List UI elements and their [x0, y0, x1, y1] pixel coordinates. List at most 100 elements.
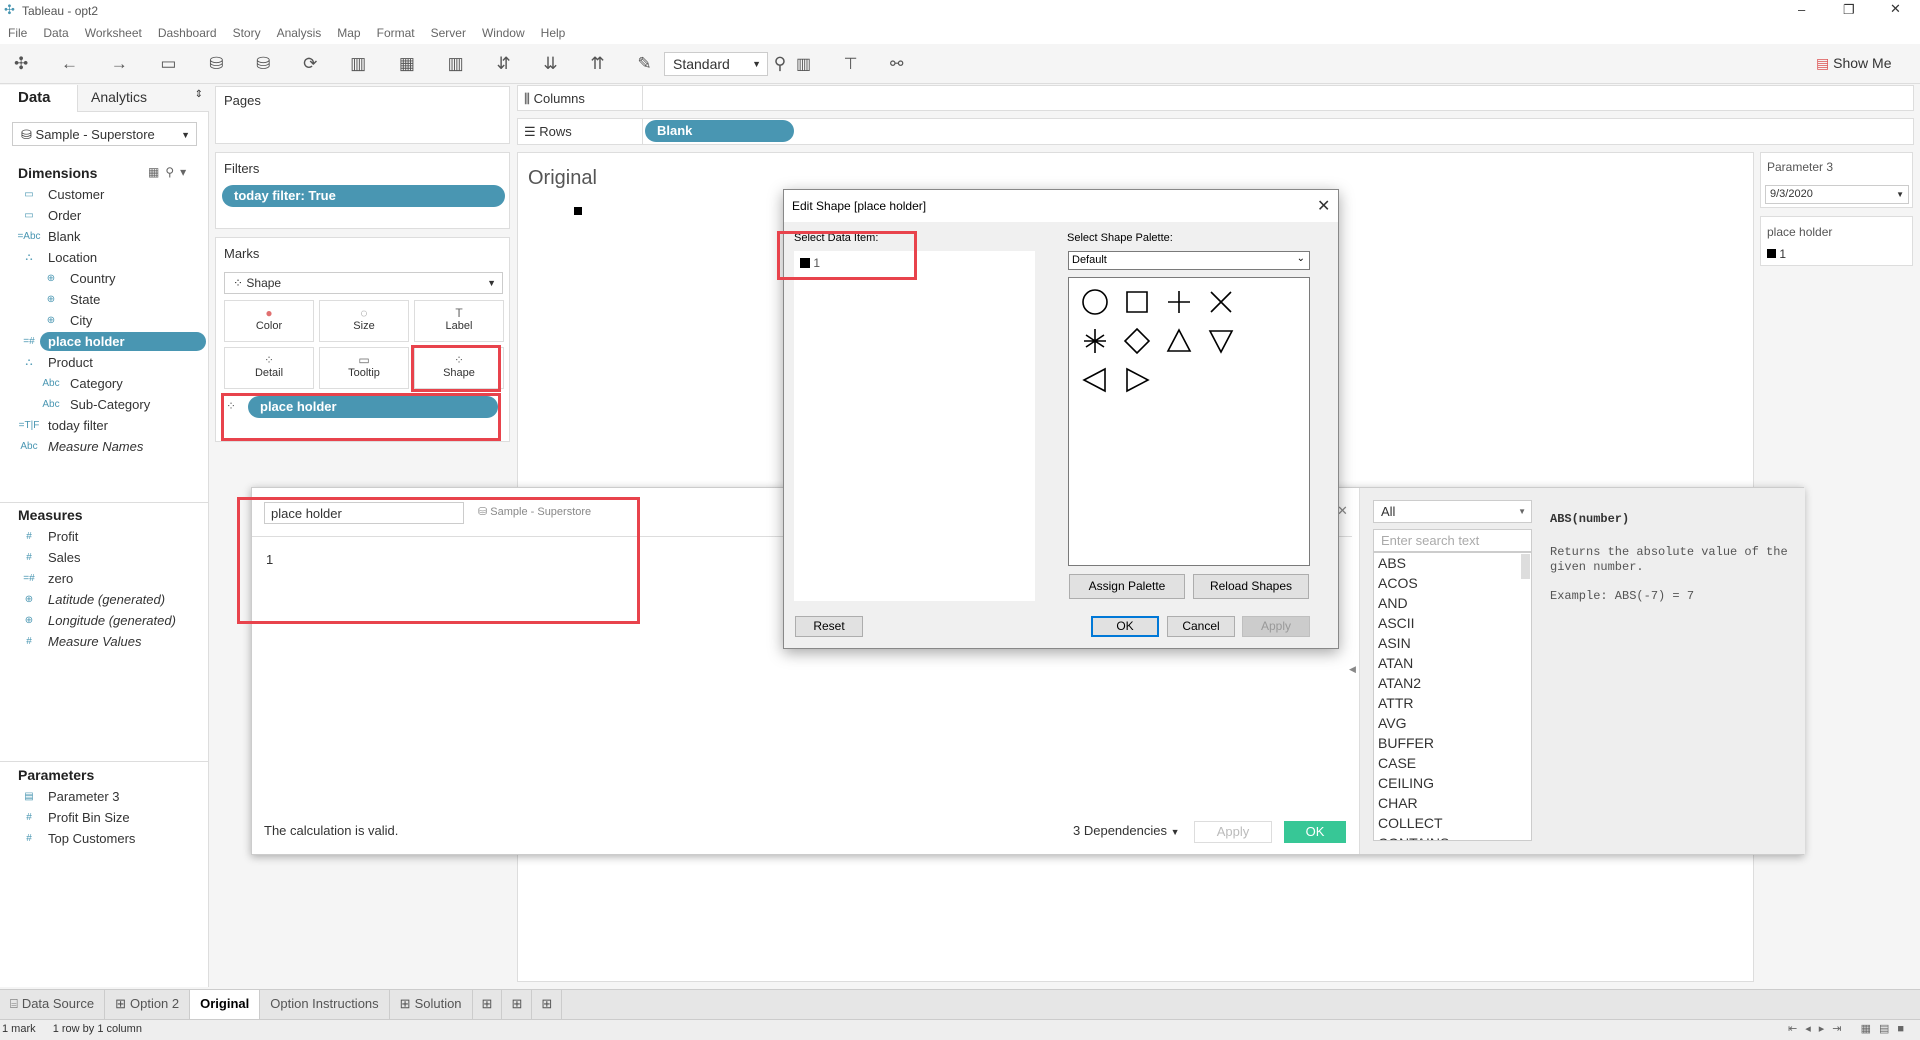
field-city[interactable]: ⊕ City	[0, 310, 209, 331]
apply-button[interactable]: Apply	[1242, 616, 1310, 637]
field-zero[interactable]: =# zero	[0, 568, 209, 589]
function-item[interactable]: AVG	[1374, 713, 1531, 733]
menu-help[interactable]: Help	[541, 26, 566, 40]
shape-triangle-down-icon[interactable]	[1208, 330, 1234, 354]
sheet-tab-solution[interactable]: ⊞ Solution	[390, 990, 473, 1019]
field-today-filter[interactable]: =T|F today filter	[0, 415, 209, 436]
shape-circle-icon[interactable]	[1082, 289, 1108, 315]
function-category-select[interactable]: All ▼	[1373, 500, 1532, 523]
function-search-input[interactable]: Enter search text	[1373, 529, 1532, 552]
view-mode-icons[interactable]: ⇤◂▸⇥ ▦▤■	[1788, 1022, 1912, 1035]
function-item[interactable]: ATAN2	[1374, 673, 1531, 693]
calc-apply-button[interactable]: Apply	[1194, 821, 1272, 843]
function-item[interactable]: CEILING	[1374, 773, 1531, 793]
filter-pill[interactable]: today filter: True	[222, 185, 505, 207]
field-country[interactable]: ⊕ Country	[0, 268, 209, 289]
field-measure-names[interactable]: Abc Measure Names	[0, 436, 209, 457]
shape-triangle-right-icon[interactable]	[1126, 367, 1150, 393]
square-mark[interactable]	[574, 207, 582, 215]
field-product[interactable]: ⛬ Product	[0, 352, 209, 373]
tab-analytics[interactable]: Analytics ⇕	[77, 85, 209, 112]
reload-shapes-button[interactable]: Reload Shapes	[1193, 574, 1309, 599]
mark-detail-button[interactable]: ⁘ Detail	[224, 347, 314, 389]
function-item[interactable]: ABS	[1374, 553, 1531, 573]
show-me-button[interactable]: ▤ Show Me	[1816, 55, 1891, 72]
function-item[interactable]: CHAR	[1374, 793, 1531, 813]
shape-triangle-left-icon[interactable]	[1082, 367, 1106, 393]
mark-size-button[interactable]: ◌ Size	[319, 300, 409, 342]
new-worksheet-icon[interactable]: ⊞	[473, 990, 503, 1019]
ok-button[interactable]: OK	[1091, 616, 1159, 637]
restore-button[interactable]: ❐	[1843, 2, 1855, 18]
function-item[interactable]: AND	[1374, 593, 1531, 613]
function-item[interactable]: CONTAINS	[1374, 833, 1531, 840]
datasource-select[interactable]: ⛁ Sample - Superstore ▼	[12, 122, 197, 146]
function-item[interactable]: ASCII	[1374, 613, 1531, 633]
field-state[interactable]: ⊕ State	[0, 289, 209, 310]
menu-server[interactable]: Server	[431, 26, 466, 40]
function-item[interactable]: ASIN	[1374, 633, 1531, 653]
field-profit-bin-size[interactable]: # Profit Bin Size	[0, 807, 209, 828]
filters-shelf[interactable]: Filters today filter: True	[215, 152, 510, 229]
field-order[interactable]: ▭ Order	[0, 205, 209, 226]
menu-worksheet[interactable]: Worksheet	[85, 26, 142, 40]
collapse-arrow-icon[interactable]: ◀	[1349, 664, 1356, 675]
field-parameter-3[interactable]: ▤ Parameter 3	[0, 786, 209, 807]
rows-pill[interactable]: Blank	[645, 120, 794, 142]
shape-square-icon[interactable]	[1126, 291, 1148, 313]
mark-color-button[interactable]: ● Color	[224, 300, 314, 342]
sheet-tab-option-2[interactable]: ⊞ Option 2	[105, 990, 191, 1019]
menu-story[interactable]: Story	[233, 26, 261, 40]
mark-tooltip-button[interactable]: ▭ Tooltip	[319, 347, 409, 389]
function-item[interactable]: COLLECT	[1374, 813, 1531, 833]
mark-type-select[interactable]: ⁘ Shape ▼	[224, 272, 503, 294]
sheet-tab-original[interactable]: Original	[190, 990, 261, 1019]
sheet-tab-data-source[interactable]: ⌸ Data Source	[0, 990, 106, 1019]
legend-item[interactable]: 1	[1767, 247, 1786, 261]
field-category[interactable]: Abc Category	[0, 373, 209, 394]
function-item[interactable]: ATTR	[1374, 693, 1531, 713]
parameter-select[interactable]: 9/3/2020 ▼	[1765, 185, 1909, 204]
shape-asterisk-icon[interactable]	[1084, 329, 1106, 353]
function-item[interactable]: CASE	[1374, 753, 1531, 773]
function-list-scrollbar[interactable]	[1521, 554, 1530, 579]
close-window-button[interactable]: ✕	[1890, 1, 1901, 17]
calc-ok-button[interactable]: OK	[1284, 821, 1346, 843]
tab-data[interactable]: Data	[18, 89, 51, 106]
new-dashboard-icon[interactable]: ⊞	[502, 990, 533, 1019]
pages-shelf[interactable]: Pages	[215, 86, 510, 144]
field-sub-category[interactable]: Abc Sub-Category	[0, 394, 209, 415]
menu-data[interactable]: Data	[43, 26, 68, 40]
field-blank[interactable]: =Abc Blank	[0, 226, 209, 247]
field-sales[interactable]: # Sales	[0, 547, 209, 568]
close-dialog-icon[interactable]: ✕	[1317, 196, 1330, 216]
field-place-holder[interactable]: =# place holder	[0, 331, 209, 352]
minimize-button[interactable]: –	[1798, 2, 1805, 17]
field-top-customers[interactable]: # Top Customers	[0, 828, 209, 849]
field-customer[interactable]: ▭ Customer	[0, 184, 209, 205]
dimensions-tools[interactable]: ▦⚲▾	[148, 165, 192, 179]
new-story-icon[interactable]: ⊞	[532, 990, 563, 1019]
rows-shelf[interactable]: ☰ Rows Blank	[517, 118, 1914, 145]
shape-diamond-icon[interactable]	[1123, 327, 1151, 355]
menu-file[interactable]: File	[8, 26, 27, 40]
field-profit[interactable]: # Profit	[0, 526, 209, 547]
field-measure-values[interactable]: # Measure Values	[0, 631, 209, 652]
menu-dashboard[interactable]: Dashboard	[158, 26, 217, 40]
menu-analysis[interactable]: Analysis	[277, 26, 322, 40]
dependencies-dropdown[interactable]: 3 Dependencies ▼	[1073, 823, 1180, 838]
fit-select[interactable]: Standard ▼	[664, 52, 768, 76]
cancel-button[interactable]: Cancel	[1167, 616, 1235, 637]
mark-label-button[interactable]: T Label	[414, 300, 504, 342]
palette-select[interactable]: Default ⌄	[1068, 251, 1310, 270]
shape-plus-icon[interactable]	[1168, 291, 1190, 313]
shape-triangle-up-icon[interactable]	[1166, 328, 1192, 352]
field-latitude-generated-[interactable]: ⊕ Latitude (generated)	[0, 589, 209, 610]
shape-cross-icon[interactable]	[1210, 291, 1232, 313]
presentation-icons[interactable]: ▥ ⊤ ⚯	[796, 54, 917, 74]
columns-shelf[interactable]: ⫼ Columns	[517, 85, 1914, 111]
function-item[interactable]: ATAN	[1374, 653, 1531, 673]
assign-palette-button[interactable]: Assign Palette	[1069, 574, 1185, 599]
menu-map[interactable]: Map	[337, 26, 360, 40]
function-item[interactable]: BUFFER	[1374, 733, 1531, 753]
